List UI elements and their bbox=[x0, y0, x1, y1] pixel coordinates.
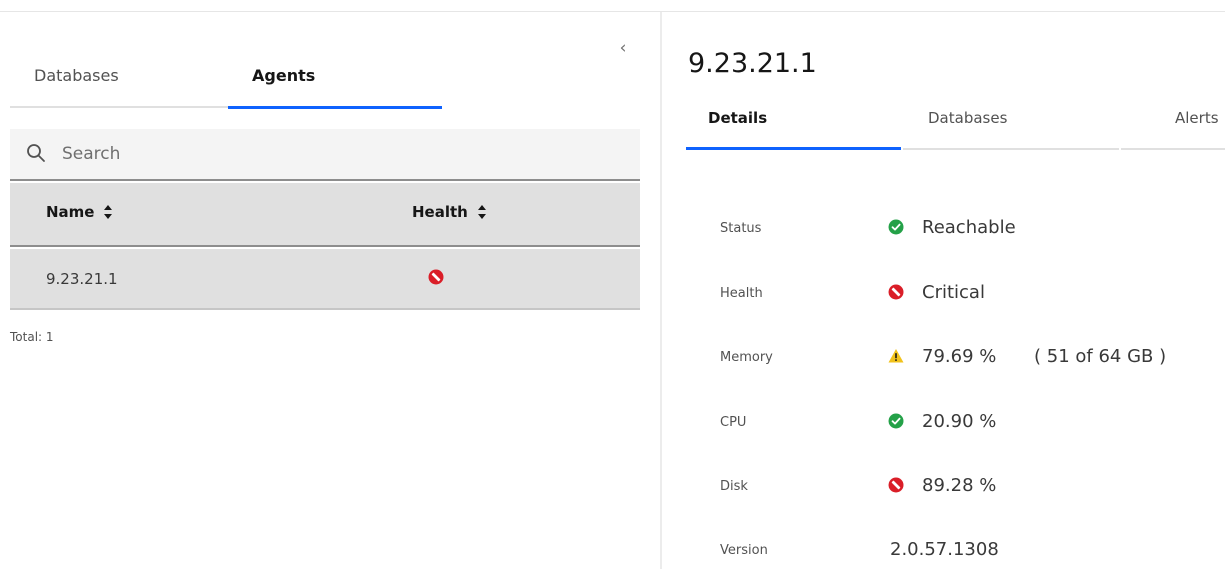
cell-name: 9.23.21.1 bbox=[46, 270, 118, 288]
sort-icon[interactable] bbox=[103, 203, 113, 221]
critical-icon bbox=[888, 477, 904, 493]
property-value: 79.69 % bbox=[922, 346, 997, 367]
property-label: Status bbox=[720, 221, 762, 236]
property-value-extra: ( 51 of 64 GB ) bbox=[1034, 346, 1167, 367]
property-label: Version bbox=[720, 543, 768, 558]
chevron-left-icon[interactable]: ‹ bbox=[613, 38, 633, 58]
property-value: Critical bbox=[922, 282, 985, 303]
warning-icon bbox=[888, 349, 904, 363]
property-label: CPU bbox=[720, 415, 747, 430]
page-title: 9.23.21.1 bbox=[688, 48, 817, 79]
property-value: 20.90 % bbox=[922, 411, 997, 432]
tab-details[interactable]: Details bbox=[686, 94, 901, 150]
search-input[interactable] bbox=[62, 139, 622, 169]
table-row[interactable]: 9.23.21.1 bbox=[10, 249, 640, 310]
success-icon bbox=[888, 413, 904, 429]
property-disk: Disk 89.28 % bbox=[720, 468, 1225, 508]
critical-icon bbox=[888, 284, 904, 300]
panel-divider bbox=[660, 12, 662, 569]
column-label: Health bbox=[412, 203, 468, 221]
property-label: Memory bbox=[720, 350, 773, 365]
tab-underline bbox=[903, 148, 1119, 150]
top-border bbox=[0, 11, 1225, 12]
tab-agents[interactable]: Agents bbox=[228, 56, 442, 109]
sort-icon[interactable] bbox=[477, 203, 487, 221]
property-health: Health Critical bbox=[720, 275, 1225, 315]
tab-label: Details bbox=[708, 109, 768, 127]
tab-label: Agents bbox=[252, 66, 316, 85]
tab-underline bbox=[10, 106, 228, 108]
property-version: Version 2.0.57.1308 bbox=[720, 532, 1225, 569]
property-label: Health bbox=[720, 286, 763, 301]
left-tabs: Databases Agents bbox=[10, 56, 640, 109]
tab-underline bbox=[1121, 148, 1225, 150]
tab-alerts[interactable]: Alerts bbox=[1121, 94, 1225, 150]
search-icon bbox=[27, 144, 45, 162]
property-value: 2.0.57.1308 bbox=[890, 539, 999, 560]
table-total: Total: 1 bbox=[10, 330, 54, 344]
column-label: Name bbox=[46, 203, 95, 221]
tab-databases[interactable]: Databases bbox=[10, 56, 228, 108]
property-value: Reachable bbox=[922, 217, 1016, 238]
column-header-health[interactable]: Health bbox=[412, 203, 487, 221]
column-header-name[interactable]: Name bbox=[46, 203, 113, 221]
property-value: 89.28 % bbox=[922, 475, 997, 496]
table-header: Name Health bbox=[10, 183, 640, 247]
tab-underline bbox=[686, 147, 901, 150]
tab-label: Databases bbox=[928, 109, 1008, 127]
property-status: Status Reachable bbox=[720, 210, 1225, 250]
search-bar bbox=[10, 129, 640, 181]
success-icon bbox=[888, 219, 904, 235]
critical-icon bbox=[428, 269, 444, 289]
detail-tabs: Details Databases Alerts bbox=[686, 94, 1225, 150]
tab-label: Databases bbox=[34, 66, 119, 85]
tab-databases[interactable]: Databases bbox=[903, 94, 1119, 150]
tab-underline bbox=[228, 106, 442, 109]
property-label: Disk bbox=[720, 479, 748, 494]
tab-label: Alerts bbox=[1175, 109, 1219, 127]
property-memory: Memory 79.69 % ( 51 of 64 GB ) bbox=[720, 339, 1225, 379]
property-cpu: CPU 20.90 % bbox=[720, 404, 1225, 444]
